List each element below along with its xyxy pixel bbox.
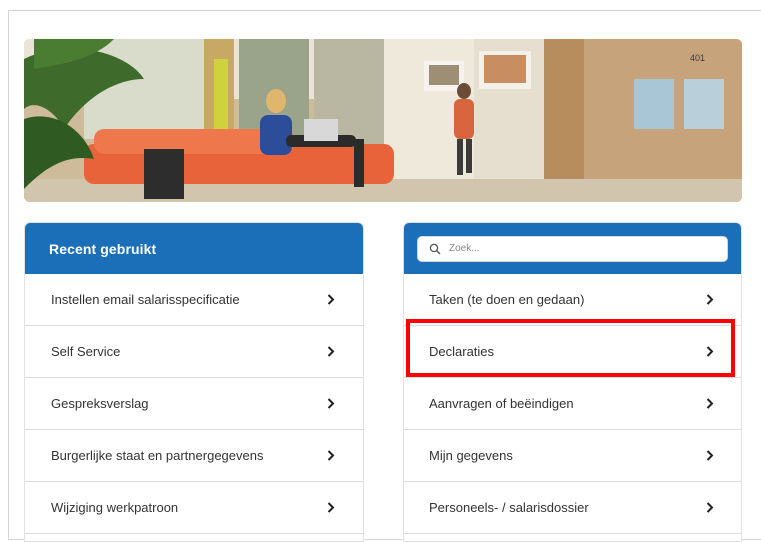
recent-item-wijziging-werkpatroon[interactable]: Wijziging werkpatroon (25, 482, 363, 534)
menu-panel-header (404, 223, 741, 274)
menu-list: Taken (te doen en gedaan) Declaraties Aa… (404, 274, 741, 534)
recent-item-email-salarisspecificatie[interactable]: Instellen email salarisspecificatie (25, 274, 363, 326)
list-item-label: Self Service (51, 344, 121, 359)
recent-item-burgerlijke-staat[interactable]: Burgerlijke staat en partnergegevens (25, 430, 363, 482)
list-item-label: Mijn gegevens (429, 448, 513, 463)
chevron-right-icon (706, 346, 714, 357)
menu-item-aanvragen[interactable]: Aanvragen of beëindigen (404, 378, 741, 430)
chevron-right-icon (706, 398, 714, 409)
recent-list: Instellen email salarisspecificatie Self… (25, 274, 363, 534)
menu-panel: Taken (te doen en gedaan) Declaraties Aa… (403, 222, 742, 542)
menu-item-taken[interactable]: Taken (te doen en gedaan) (404, 274, 741, 326)
chevron-right-icon (706, 450, 714, 461)
list-item-label: Taken (te doen en gedaan) (429, 292, 585, 307)
recent-panel-title: Recent gebruikt (49, 240, 157, 257)
search-wrap (404, 235, 741, 262)
search-icon (429, 243, 441, 254)
search-input[interactable] (447, 242, 727, 255)
menu-item-personeelsdossier[interactable]: Personeels- / salarisdossier (404, 482, 741, 534)
list-item-label: Gespreksverslag (51, 396, 149, 411)
chevron-right-icon (327, 294, 335, 305)
list-item-label: Declaraties (429, 344, 495, 359)
hero-image: 401 (24, 39, 742, 202)
chevron-right-icon (706, 502, 714, 513)
chevron-right-icon (327, 450, 335, 461)
search-box[interactable] (417, 235, 728, 262)
recent-panel: Recent gebruikt Instellen email salariss… (24, 222, 364, 542)
chevron-right-icon (327, 502, 335, 513)
office-photo-illustration: 401 (24, 39, 742, 202)
recent-item-self-service[interactable]: Self Service (25, 326, 363, 378)
room-number: 401 (690, 53, 705, 63)
list-item-label: Personeels- / salarisdossier (429, 500, 589, 515)
menu-item-mijn-gegevens[interactable]: Mijn gegevens (404, 430, 741, 482)
recent-item-gespreksverslag[interactable]: Gespreksverslag (25, 378, 363, 430)
chevron-right-icon (706, 294, 714, 305)
recent-panel-header: Recent gebruikt (25, 223, 363, 274)
list-item-label: Burgerlijke staat en partnergegevens (51, 448, 264, 463)
chevron-right-icon (327, 398, 335, 409)
chevron-right-icon (327, 346, 335, 357)
list-item-label: Instellen email salarisspecificatie (51, 292, 240, 307)
list-item-label: Wijziging werkpatroon (51, 500, 179, 515)
menu-item-declaraties[interactable]: Declaraties (404, 326, 741, 378)
list-item-label: Aanvragen of beëindigen (429, 396, 574, 411)
